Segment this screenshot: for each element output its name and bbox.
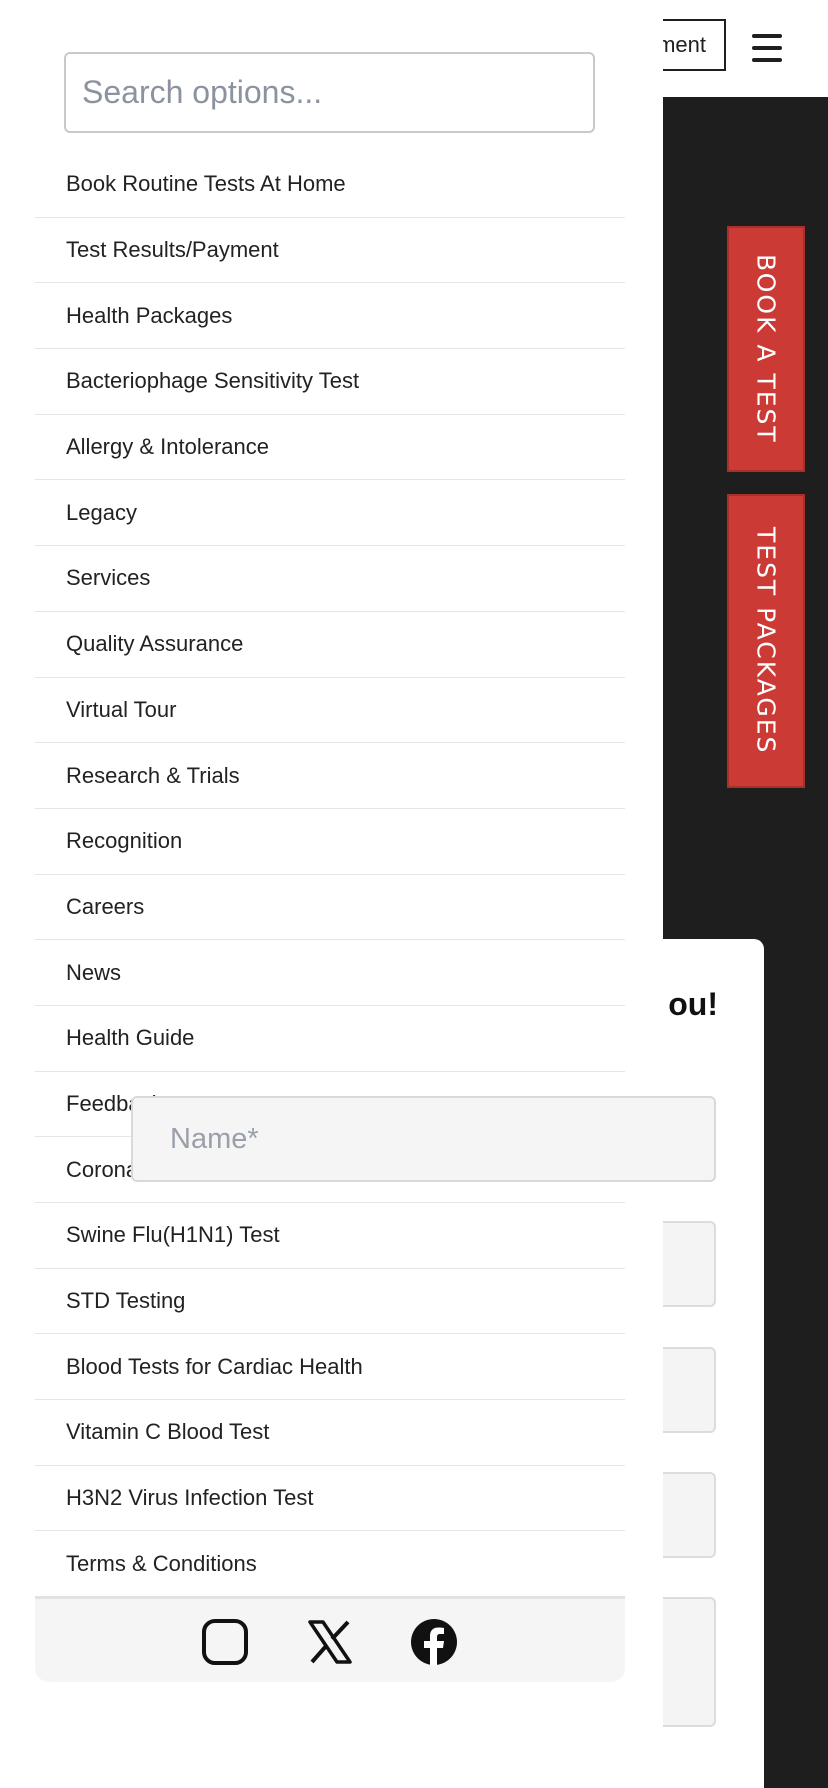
menu-item-careers[interactable]: Careers xyxy=(35,875,625,941)
name-input[interactable] xyxy=(131,1096,716,1182)
test-packages-label: TEST PACKAGES xyxy=(751,527,781,755)
book-a-test-tab[interactable]: BOOK A TEST xyxy=(727,226,805,472)
navigation-drawer: Book Routine Tests At Home Test Results/… xyxy=(0,0,663,1788)
test-packages-tab[interactable]: TEST PACKAGES xyxy=(727,494,805,788)
menu-item-recognition[interactable]: Recognition xyxy=(35,809,625,875)
menu-item-quality-assurance[interactable]: Quality Assurance xyxy=(35,612,625,678)
hamburger-menu-icon[interactable] xyxy=(752,34,782,62)
menu-item-services[interactable]: Services xyxy=(35,546,625,612)
menu-item-bacteriophage-test[interactable]: Bacteriophage Sensitivity Test xyxy=(35,349,625,415)
menu-item-book-routine-tests[interactable]: Book Routine Tests At Home xyxy=(35,152,625,218)
menu-item-health-packages[interactable]: Health Packages xyxy=(35,283,625,350)
social-links-bar xyxy=(35,1596,625,1682)
menu-item-terms-conditions[interactable]: Terms & Conditions xyxy=(35,1531,625,1598)
menu-item-legacy[interactable]: Legacy xyxy=(35,480,625,547)
menu-item-std-testing[interactable]: STD Testing xyxy=(35,1269,625,1335)
menu-item-virtual-tour[interactable]: Virtual Tour xyxy=(35,678,625,744)
menu-item-health-guide[interactable]: Health Guide xyxy=(35,1006,625,1072)
facebook-icon[interactable] xyxy=(410,1618,458,1666)
menu-item-allergy-intolerance[interactable]: Allergy & Intolerance xyxy=(35,415,625,481)
instagram-icon[interactable] xyxy=(201,1618,249,1666)
menu-list: Book Routine Tests At Home Test Results/… xyxy=(35,152,625,1598)
menu-item-cardiac-blood-tests[interactable]: Blood Tests for Cardiac Health xyxy=(35,1334,625,1401)
menu-item-vitamin-c-test[interactable]: Vitamin C Blood Test xyxy=(35,1400,625,1466)
menu-item-research-trials[interactable]: Research & Trials xyxy=(35,743,625,809)
menu-item-test-results-payment[interactable]: Test Results/Payment xyxy=(35,218,625,284)
menu-item-h3n2-test[interactable]: H3N2 Virus Infection Test xyxy=(35,1466,625,1532)
menu-item-swine-flu-test[interactable]: Swine Flu(H1N1) Test xyxy=(35,1203,625,1269)
book-a-test-label: BOOK A TEST xyxy=(751,254,781,444)
menu-item-news[interactable]: News xyxy=(35,940,625,1006)
search-input[interactable] xyxy=(64,52,595,133)
x-twitter-icon[interactable] xyxy=(306,1618,354,1666)
